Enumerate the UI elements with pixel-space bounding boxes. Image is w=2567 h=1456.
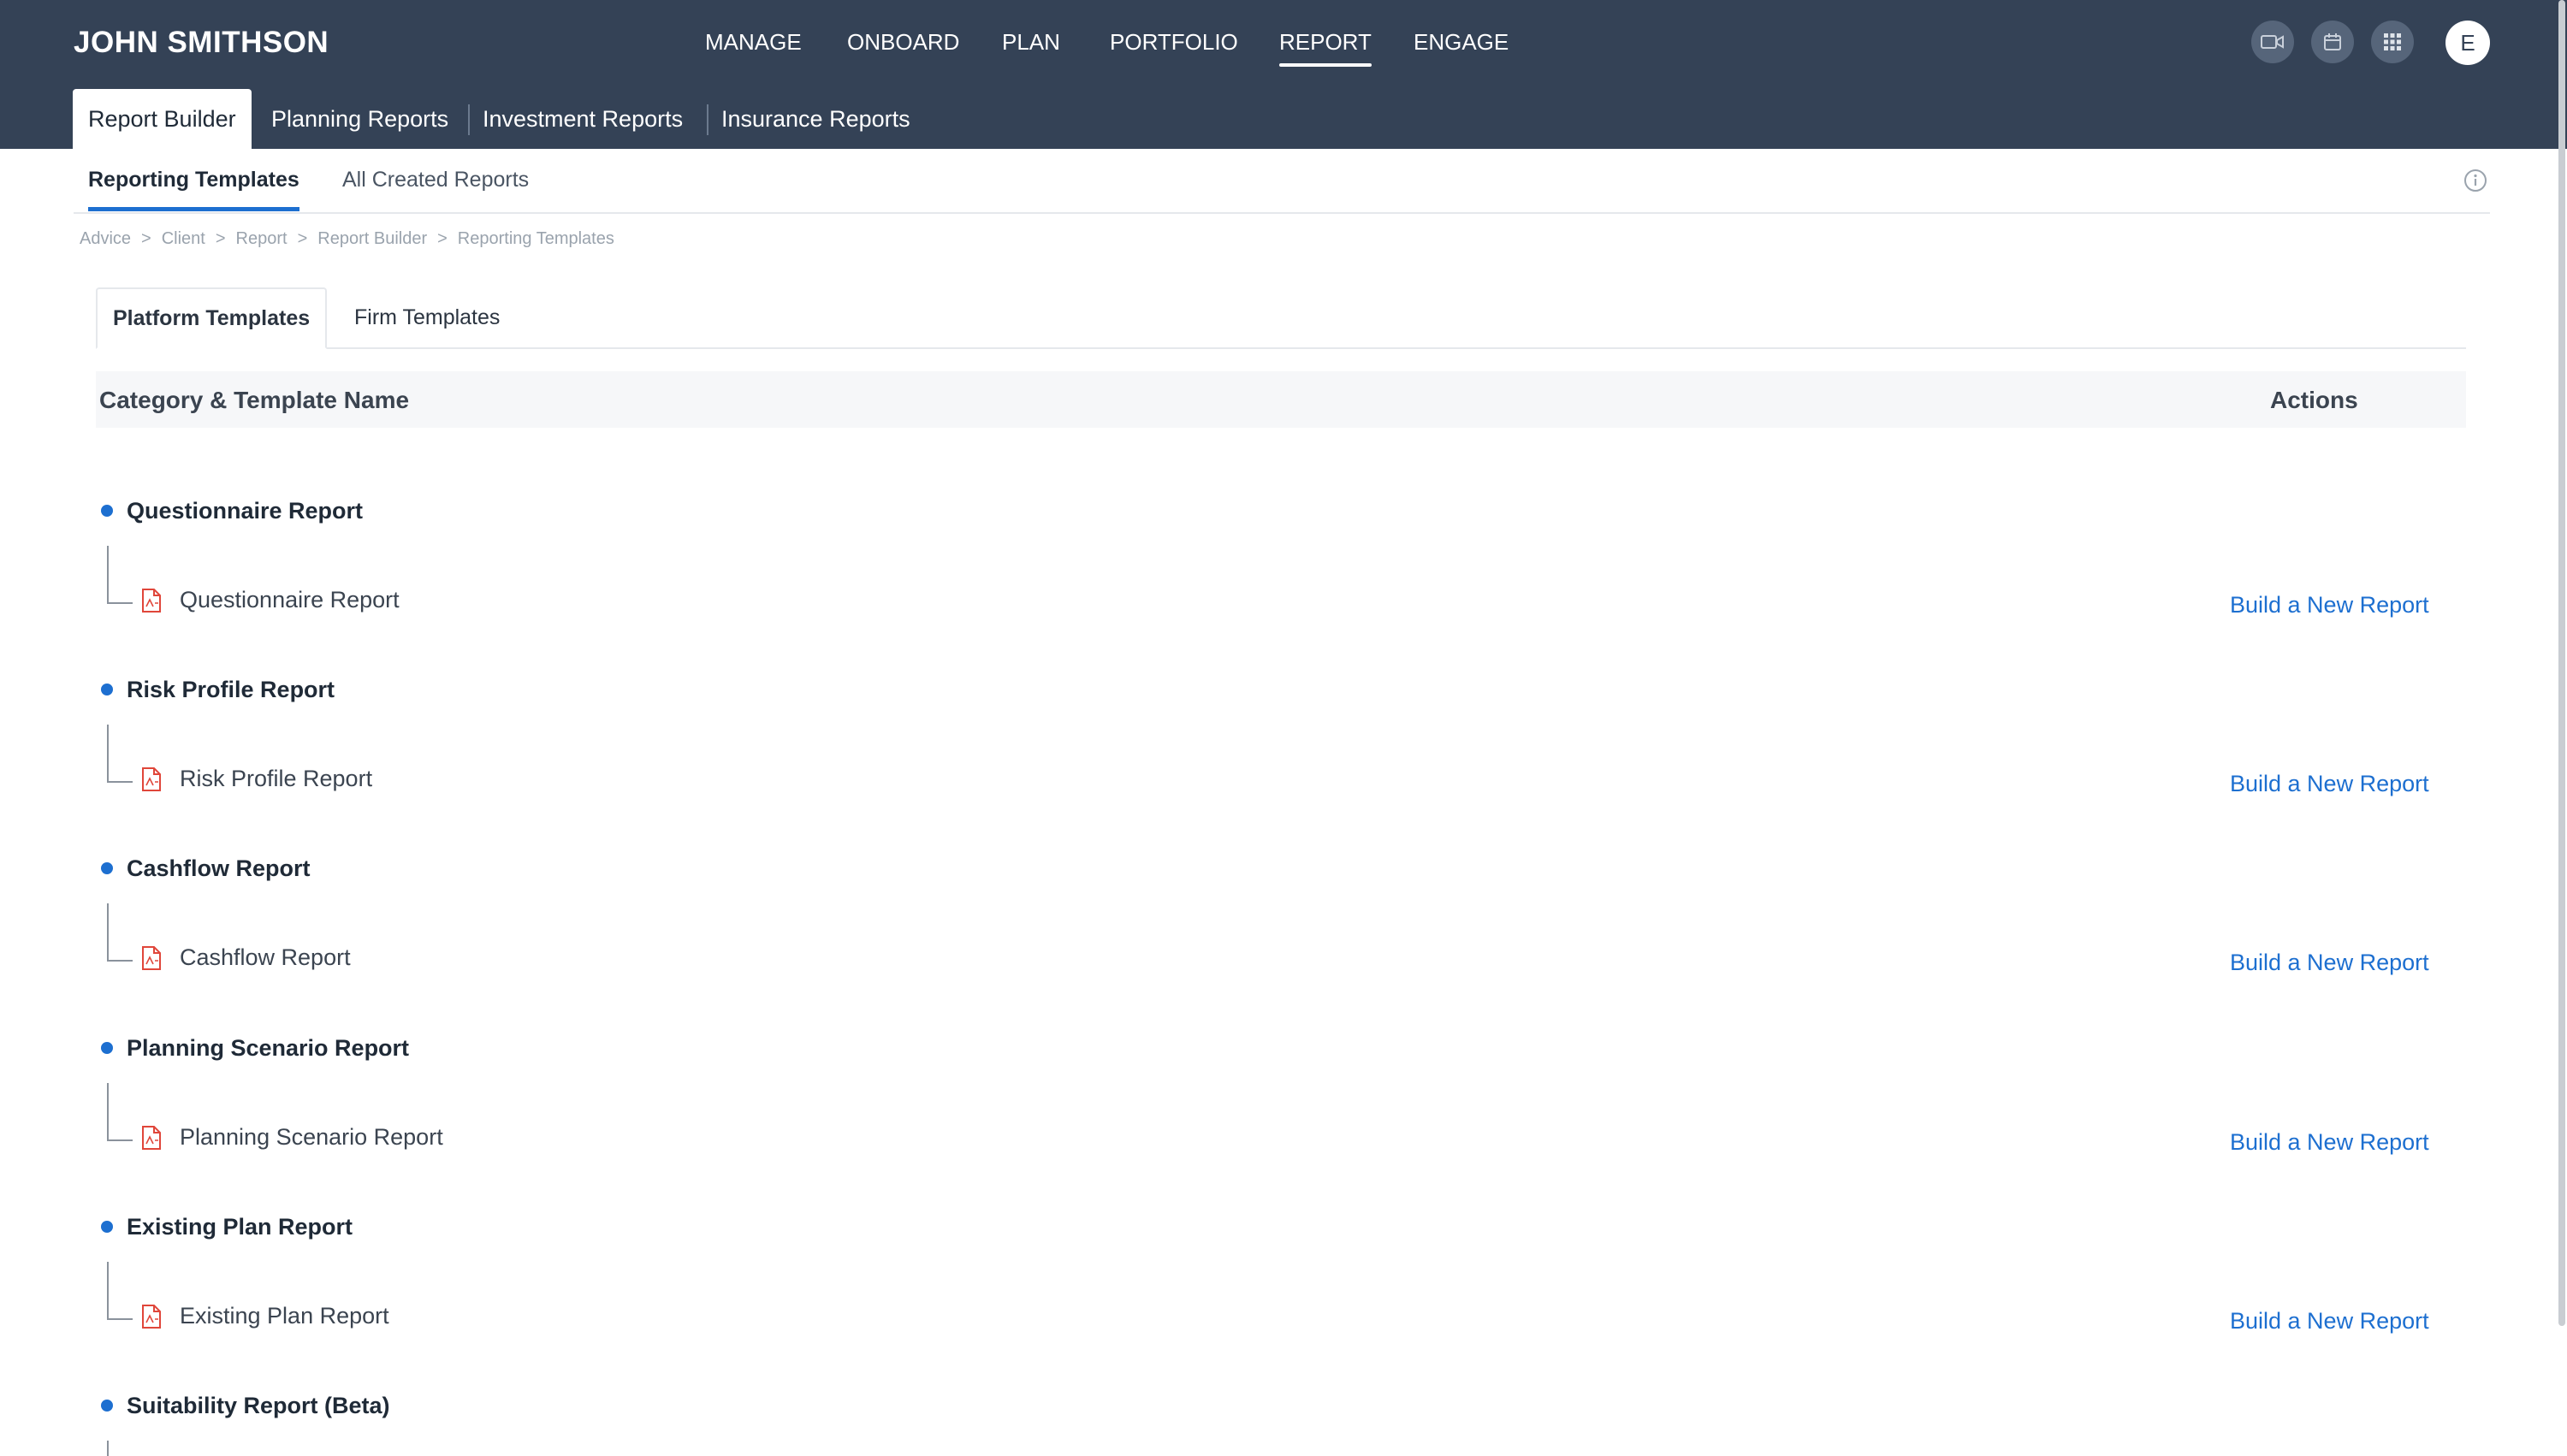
column-header-name: Category & Template Name: [99, 387, 410, 413]
template-name[interactable]: Questionnaire Report: [180, 587, 400, 613]
breadcrumb-item[interactable]: Advice: [80, 229, 131, 248]
nav-portfolio[interactable]: PORTFOLIO: [1110, 29, 1238, 56]
breadcrumb-separator: >: [297, 229, 308, 248]
build-new-report-link[interactable]: Build a New Report: [2230, 592, 2429, 619]
build-new-report-link[interactable]: Build a New Report: [2230, 1129, 2429, 1156]
category-name: Risk Profile Report: [127, 677, 335, 702]
nav-manage[interactable]: MANAGE: [705, 29, 802, 56]
tab-divider: [707, 104, 708, 135]
bullet-icon: [101, 1220, 113, 1233]
category-name: Planning Scenario Report: [127, 1035, 410, 1061]
nav-onboard[interactable]: ONBOARD: [847, 29, 959, 56]
breadcrumb-item[interactable]: Client: [162, 229, 205, 248]
category-row: Existing Plan Report: [101, 1214, 353, 1240]
tree-connector: [107, 1441, 133, 1456]
template-item: Questionnaire Report: [140, 587, 400, 613]
tab-report-builder[interactable]: Report Builder: [73, 89, 252, 149]
category-row: Risk Profile Report: [101, 677, 335, 703]
category-row: Questionnaire Report: [101, 498, 363, 524]
table-header: Category & Template Name Actions: [96, 371, 2466, 428]
template-item: Cashflow Report: [140, 944, 351, 971]
template-item: Existing Plan Report: [140, 1303, 389, 1329]
breadcrumb-item[interactable]: Report: [236, 229, 288, 248]
build-new-report-link[interactable]: Build a New Report: [2230, 950, 2429, 976]
info-icon[interactable]: [2463, 168, 2488, 193]
bullet-icon: [101, 1041, 113, 1054]
tree-connector: [107, 1262, 133, 1320]
category-name: Questionnaire Report: [127, 498, 364, 524]
video-call-button[interactable]: [2251, 21, 2294, 63]
nav-report[interactable]: REPORT: [1279, 29, 1372, 67]
tab-all-created-reports[interactable]: All Created Reports: [342, 168, 529, 192]
bullet-icon: [101, 861, 113, 874]
apps-grid-icon: [2384, 33, 2401, 50]
top-header: JOHN SMITHSON MANAGE ONBOARD PLAN PORTFO…: [0, 0, 2567, 149]
section-tabs: Reporting Templates All Created Reports: [74, 149, 2490, 214]
breadcrumb-current: Reporting Templates: [457, 229, 614, 248]
column-header-actions: Actions: [2270, 387, 2358, 413]
tab-planning-reports[interactable]: Planning Reports: [271, 89, 448, 149]
pdf-file-icon: [142, 588, 161, 613]
template-name[interactable]: Cashflow Report: [180, 944, 351, 971]
category-row: Suitability Report (Beta): [101, 1393, 390, 1419]
build-new-report-link[interactable]: Build a New Report: [2230, 771, 2429, 797]
calendar-button[interactable]: [2311, 21, 2354, 63]
template-name[interactable]: Planning Scenario Report: [180, 1124, 443, 1151]
breadcrumb-separator: >: [141, 229, 151, 248]
calendar-icon: [2324, 33, 2341, 50]
bullet-icon: [101, 504, 113, 517]
client-name: JOHN SMITHSON: [74, 26, 329, 59]
nav-engage[interactable]: ENGAGE: [1414, 29, 1509, 56]
tree-connector: [107, 725, 133, 783]
tab-reporting-templates[interactable]: Reporting Templates: [88, 168, 299, 211]
tab-investment-reports[interactable]: Investment Reports: [483, 89, 683, 149]
build-new-report-link[interactable]: Build a New Report: [2230, 1308, 2429, 1335]
template-name[interactable]: Risk Profile Report: [180, 766, 372, 792]
category-name: Existing Plan Report: [127, 1214, 353, 1240]
category-name: Suitability Report (Beta): [127, 1393, 390, 1418]
nav-plan[interactable]: PLAN: [1002, 29, 1060, 56]
pdf-file-icon: [142, 1304, 161, 1329]
tab-divider: [468, 104, 470, 135]
report-tabs: Report Builder Planning Reports Investme…: [0, 89, 2567, 149]
vertical-scrollbar[interactable]: [2558, 0, 2565, 1326]
template-tabs: Platform Templates Firm Templates: [96, 287, 2466, 349]
breadcrumb-separator: >: [437, 229, 448, 248]
pdf-file-icon: [142, 766, 161, 791]
tree-connector: [107, 546, 133, 604]
pdf-file-icon: [142, 945, 161, 970]
apps-button[interactable]: [2371, 21, 2414, 63]
breadcrumb-item[interactable]: Report Builder: [317, 229, 427, 248]
template-name[interactable]: Existing Plan Report: [180, 1303, 389, 1329]
breadcrumb-separator: >: [215, 229, 226, 248]
tree-connector: [107, 1083, 133, 1141]
template-item: Planning Scenario Report: [140, 1124, 443, 1151]
breadcrumb: Advice > Client > Report > Report Builder > Repo…: [80, 229, 614, 249]
category-row: Planning Scenario Report: [101, 1035, 409, 1062]
tree-connector: [107, 903, 133, 962]
video-icon: [2261, 35, 2284, 49]
template-item: Risk Profile Report: [140, 766, 372, 792]
bullet-icon: [101, 683, 113, 695]
user-avatar[interactable]: E: [2445, 21, 2490, 65]
category-row: Cashflow Report: [101, 855, 311, 882]
bullet-icon: [101, 1399, 113, 1412]
tab-firm-templates[interactable]: Firm Templates: [339, 287, 515, 347]
tab-platform-templates[interactable]: Platform Templates: [96, 287, 328, 349]
category-name: Cashflow Report: [127, 855, 311, 881]
pdf-file-icon: [142, 1125, 161, 1150]
tab-insurance-reports[interactable]: Insurance Reports: [721, 89, 910, 149]
